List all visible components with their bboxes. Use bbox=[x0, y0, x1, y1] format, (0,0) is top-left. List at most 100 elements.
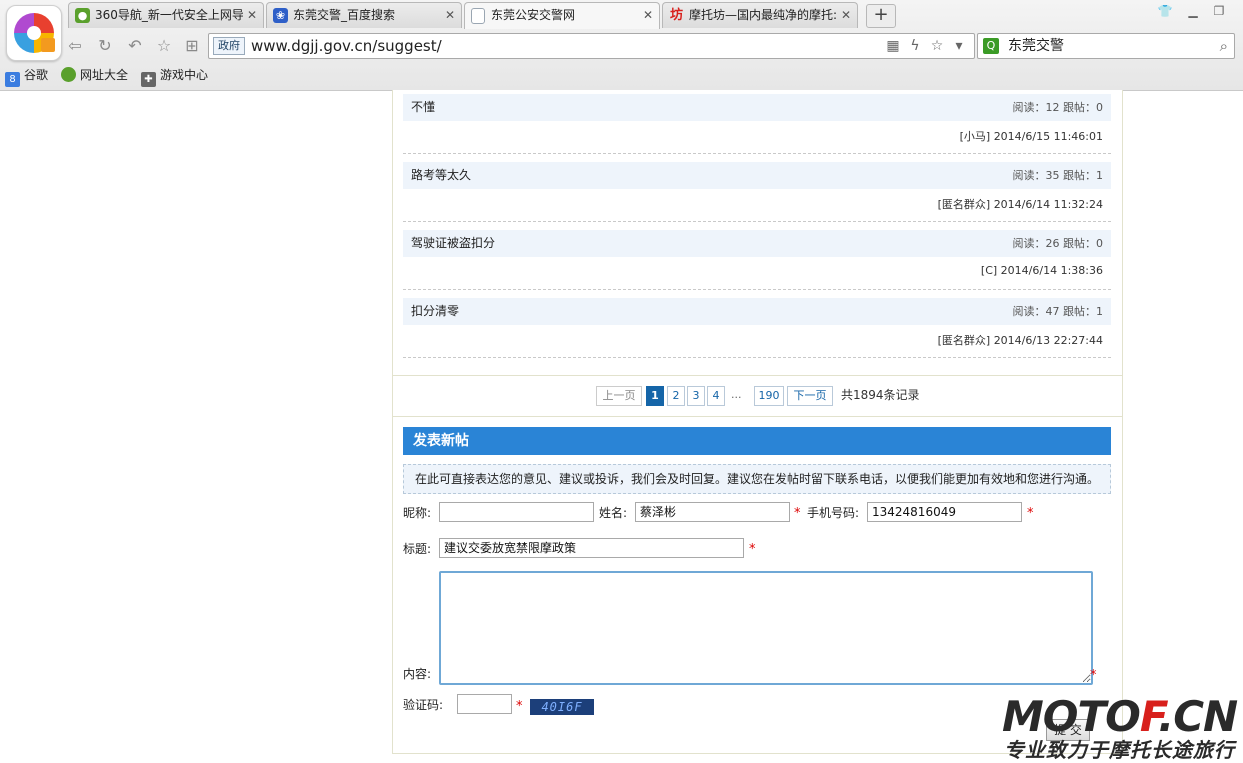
post-title-link[interactable]: 路考等太久 bbox=[411, 162, 471, 189]
bookmark-url-directory[interactable]: 网址大全 bbox=[61, 66, 128, 84]
post-stats: 阅读：12 跟帖：0 bbox=[1012, 101, 1104, 114]
watermark-slogan: 专业致力于摩托长途旅行 bbox=[1004, 738, 1235, 762]
suggest-panel: 不懂 阅读：12 跟帖：0 [小马] 2014/6/15 11:46:01 路考… bbox=[392, 90, 1123, 754]
total-records: 共1894条记录 bbox=[841, 388, 920, 402]
required-mark: * bbox=[1090, 668, 1097, 683]
bookmark-game-center[interactable]: ✚ 游戏中心 bbox=[141, 66, 208, 87]
tab-dgjj[interactable]: 东莞公安交警网 ✕ bbox=[464, 2, 660, 29]
page-2-button[interactable]: 2 bbox=[667, 386, 685, 406]
dropdown-icon[interactable]: ▾ bbox=[948, 36, 970, 56]
search-icon[interactable]: ⌕ bbox=[1220, 34, 1228, 58]
new-tab-button[interactable]: + bbox=[866, 4, 896, 28]
undo-close-icon[interactable]: ↶ bbox=[124, 36, 146, 56]
divider bbox=[403, 153, 1111, 154]
post-meta: [匿名群众] 2014/6/14 11:32:24 bbox=[937, 198, 1103, 211]
refresh-icon[interactable]: ↻ bbox=[94, 36, 116, 56]
section-divider bbox=[393, 416, 1122, 417]
post-header: 路考等太久 阅读：35 跟帖：1 bbox=[403, 162, 1111, 189]
post-stats: 阅读：26 跟帖：0 bbox=[1012, 237, 1104, 250]
page-icon bbox=[471, 8, 485, 24]
post-title-link[interactable]: 不懂 bbox=[411, 94, 435, 121]
post-item: 驾驶证被盗扣分 阅读：26 跟帖：0 [C] 2014/6/14 1:38:36 bbox=[403, 230, 1111, 298]
next-page-button[interactable]: 下一页 bbox=[787, 386, 833, 406]
close-icon[interactable]: ✕ bbox=[643, 3, 653, 28]
qr-code-icon[interactable]: ▦ bbox=[882, 36, 904, 56]
url-text[interactable]: www.dgjj.gov.cn/suggest/ bbox=[251, 34, 442, 58]
back-icon[interactable]: ⇦ bbox=[64, 36, 86, 56]
nickname-input[interactable] bbox=[439, 502, 594, 522]
tab-label: 摩托坊—国内最纯净的摩托: bbox=[689, 8, 837, 22]
fang-icon: 坊 bbox=[669, 8, 683, 23]
subject-label: 标题: bbox=[403, 542, 432, 556]
post-header: 扣分清零 阅读：47 跟帖：1 bbox=[403, 298, 1111, 325]
minimize-icon[interactable]: ▁ bbox=[1181, 2, 1205, 20]
bookmark-label: 网址大全 bbox=[80, 68, 129, 82]
search-input[interactable]: 东莞交警 bbox=[1008, 34, 1064, 58]
bookmark-google[interactable]: 8 谷歌 bbox=[5, 66, 49, 87]
captcha-label: 验证码: bbox=[403, 698, 444, 712]
page-4-button[interactable]: 4 bbox=[707, 386, 725, 406]
phone-input[interactable] bbox=[867, 502, 1022, 522]
tab-label: 东莞公安交警网 bbox=[491, 8, 576, 22]
content-textarea[interactable] bbox=[439, 571, 1093, 685]
content-label: 内容: bbox=[403, 667, 432, 681]
section-divider bbox=[393, 375, 1122, 376]
new-post-header: 发表新帖 bbox=[403, 427, 1111, 455]
post-meta: [C] 2014/6/14 1:38:36 bbox=[980, 264, 1103, 277]
lightning-icon[interactable]: ϟ bbox=[904, 36, 926, 56]
gov-badge: 政府 bbox=[213, 37, 245, 55]
search-engine-icon[interactable]: Q bbox=[983, 38, 999, 54]
favorite-icon[interactable]: ☆ bbox=[153, 36, 175, 56]
close-icon[interactable]: ✕ bbox=[247, 3, 257, 28]
nav-bar: ⇦ ↻ ↶ ☆ ⊞ 政府 www.dgjj.gov.cn/suggest/ ▦ ϟ… bbox=[0, 30, 1243, 62]
tab-baidu-search[interactable]: ❀ 东莞交警_百度搜索 ✕ bbox=[266, 2, 462, 28]
new-post-title: 发表新帖 bbox=[413, 433, 469, 449]
name-input[interactable] bbox=[635, 502, 790, 522]
post-title-link[interactable]: 扣分清零 bbox=[411, 298, 459, 325]
star-icon[interactable]: ☆ bbox=[926, 36, 948, 56]
bookmarks-bar: 8 谷歌 网址大全 ✚ 游戏中心 bbox=[0, 63, 1243, 87]
tab-label: 360导航_新一代安全上网导 bbox=[95, 8, 243, 22]
post-item: 扣分清零 阅读：47 跟帖：1 [匿名群众] 2014/6/13 22:27:4… bbox=[403, 298, 1111, 366]
post-stats: 阅读：35 跟帖：1 bbox=[1012, 169, 1104, 182]
post-item: 路考等太久 阅读：35 跟帖：1 [匿名群众] 2014/6/14 11:32:… bbox=[403, 162, 1111, 230]
tab-motof[interactable]: 坊 摩托坊—国内最纯净的摩托: ✕ bbox=[662, 2, 858, 28]
skin-icon[interactable]: 👕 bbox=[1153, 2, 1177, 20]
google-icon: 8 bbox=[5, 72, 20, 87]
bookmark-label: 谷歌 bbox=[24, 68, 49, 82]
form-notice: 在此可直接表达您的意见、建议或投诉，我们会及时回复。建议您在发帖时留下联系电话，… bbox=[403, 464, 1111, 494]
post-item: 不懂 阅读：12 跟帖：0 [小马] 2014/6/15 11:46:01 bbox=[403, 94, 1111, 162]
gamepad-icon: ✚ bbox=[141, 72, 156, 87]
apps-icon[interactable]: ⊞ bbox=[181, 36, 203, 56]
divider bbox=[403, 357, 1111, 358]
close-icon[interactable]: ✕ bbox=[841, 3, 851, 28]
last-page-button[interactable]: 190 bbox=[754, 386, 784, 406]
nickname-label: 昵称: bbox=[403, 506, 432, 520]
360-icon bbox=[61, 67, 76, 82]
360-icon: ● bbox=[75, 8, 90, 23]
prev-page-button[interactable]: 上一页 bbox=[596, 386, 642, 406]
captcha-input[interactable] bbox=[457, 694, 512, 714]
close-icon[interactable]: ✕ bbox=[445, 3, 455, 28]
name-label: 姓名: bbox=[599, 506, 628, 520]
post-meta: [小马] 2014/6/15 11:46:01 bbox=[959, 130, 1103, 143]
required-mark: * bbox=[516, 699, 523, 714]
address-bar-icons: ▦ ϟ ☆ ▾ bbox=[882, 36, 970, 56]
phone-label: 手机号码: bbox=[807, 506, 860, 520]
post-header: 不懂 阅读：12 跟帖：0 bbox=[403, 94, 1111, 121]
address-bar[interactable]: 政府 www.dgjj.gov.cn/suggest/ ▦ ϟ ☆ ▾ bbox=[208, 33, 975, 59]
subject-input[interactable] bbox=[439, 538, 744, 558]
post-stats: 阅读：47 跟帖：1 bbox=[1012, 305, 1104, 318]
divider bbox=[403, 221, 1111, 222]
pager-ellipsis: ... bbox=[731, 388, 742, 401]
required-mark: * bbox=[749, 542, 756, 557]
post-title-link[interactable]: 驾驶证被盗扣分 bbox=[411, 230, 495, 257]
page-1-button[interactable]: 1 bbox=[646, 386, 664, 406]
search-box[interactable]: Q 东莞交警 ⌕ bbox=[977, 33, 1235, 59]
page-3-button[interactable]: 3 bbox=[687, 386, 705, 406]
motof-watermark: MOTOF.CN 专业致力于摩托长途旅行 bbox=[1000, 694, 1243, 763]
post-meta: [匿名群众] 2014/6/13 22:27:44 bbox=[937, 334, 1103, 347]
captcha-image[interactable]: 40I6F bbox=[530, 699, 594, 715]
restore-icon[interactable]: ❐ bbox=[1207, 2, 1231, 20]
tab-360-nav[interactable]: ● 360导航_新一代安全上网导 ✕ bbox=[68, 2, 264, 28]
